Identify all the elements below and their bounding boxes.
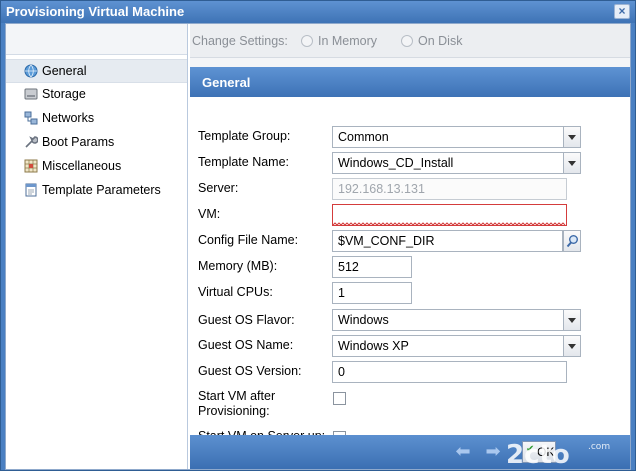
window-title: Provisioning Virtual Machine <box>6 4 185 19</box>
os-version-label: Guest OS Version: <box>198 364 302 378</box>
search-icon <box>566 235 578 248</box>
sidebar-item-template-parameters[interactable]: Template Parameters <box>6 179 187 203</box>
os-name-dropdown-button[interactable] <box>563 335 581 357</box>
sidebar-item-networks[interactable]: Networks <box>6 107 187 131</box>
config-file-value: $VM_CONF_DIR <box>338 234 435 248</box>
on-disk-label: On Disk <box>418 34 463 48</box>
memory-label: Memory (MB): <box>198 259 278 273</box>
title-bar[interactable]: Provisioning Virtual Machine × <box>1 1 635 23</box>
template-group-value: Common <box>338 130 389 144</box>
globe-icon <box>24 64 38 78</box>
invalid-underline-icon <box>333 222 566 226</box>
in-memory-radio[interactable] <box>301 35 313 47</box>
vm-input[interactable] <box>332 204 567 226</box>
dialog-body: General Storage Networks Boot Params Mis… <box>5 23 631 470</box>
previous-arrow-icon[interactable]: ⬅ <box>452 442 474 460</box>
sidebar-item-label: Template Parameters <box>42 183 161 197</box>
change-settings-bar: Change Settings: In Memory On Disk <box>190 24 630 58</box>
server-value: 192.168.13.131 <box>338 182 425 196</box>
template-name-label: Template Name: <box>198 155 290 169</box>
sidebar-item-label: Miscellaneous <box>42 159 122 173</box>
config-file-label: Config File Name: <box>198 233 299 247</box>
os-flavor-value: Windows <box>338 313 389 327</box>
vcpus-input[interactable]: 1 <box>332 282 412 304</box>
memory-input[interactable]: 512 <box>332 256 412 278</box>
template-name-value: Windows_CD_Install <box>338 156 454 170</box>
template-group-dropdown-button[interactable] <box>563 126 581 148</box>
start-after-label-line1: Start VM after <box>198 389 276 403</box>
sidebar-item-label: Boot Params <box>42 135 115 149</box>
sidebar-item-general[interactable]: General <box>6 59 187 83</box>
os-name-combo[interactable]: Windows XP <box>332 335 581 357</box>
network-icon <box>24 111 38 125</box>
sidebar-item-miscellaneous[interactable]: Miscellaneous <box>6 155 187 179</box>
close-button[interactable]: × <box>614 4 630 19</box>
start-after-provisioning-checkbox[interactable] <box>333 392 346 405</box>
os-flavor-combo[interactable]: Windows <box>332 309 581 331</box>
watermark-logo-icon: 2cto .com <box>506 440 610 469</box>
sidebar-item-label: Storage <box>42 87 86 101</box>
vcpus-value: 1 <box>338 286 345 300</box>
server-field: 192.168.13.131 <box>332 178 567 200</box>
chevron-down-icon <box>568 344 576 349</box>
chevron-down-icon <box>568 161 576 166</box>
template-icon <box>25 183 37 197</box>
os-name-value: Windows XP <box>338 339 409 353</box>
config-file-search-button[interactable] <box>563 230 581 252</box>
os-version-input[interactable]: 0 <box>332 361 567 383</box>
section-title: General <box>202 75 251 90</box>
template-name-dropdown-button[interactable] <box>563 152 581 174</box>
template-group-combo[interactable]: Common <box>332 126 581 148</box>
svg-text:.com: .com <box>588 442 610 452</box>
vm-label: VM: <box>198 207 221 221</box>
sidebar: General Storage Networks Boot Params Mis… <box>6 24 188 469</box>
disk-icon <box>24 88 38 100</box>
in-memory-label: In Memory <box>318 34 378 48</box>
sidebar-item-label: General <box>42 64 87 78</box>
config-file-input[interactable]: $VM_CONF_DIR <box>332 230 563 252</box>
sidebar-item-storage[interactable]: Storage <box>6 83 187 107</box>
sidebar-item-label: Networks <box>42 111 95 125</box>
template-group-label: Template Group: <box>198 129 291 143</box>
next-arrow-icon[interactable]: ➡ <box>482 442 504 460</box>
chevron-down-icon <box>568 135 576 140</box>
sidebar-header <box>6 24 187 55</box>
template-name-combo[interactable]: Windows_CD_Install <box>332 152 581 174</box>
wrench-icon <box>25 136 38 148</box>
chevron-down-icon <box>568 318 576 323</box>
start-after-label-line2: Provisioning: <box>198 404 270 418</box>
os-name-label: Guest OS Name: <box>198 338 294 352</box>
os-flavor-dropdown-button[interactable] <box>563 309 581 331</box>
section-header: General <box>190 67 630 97</box>
general-form: Template Group: Common Template Name: Wi… <box>190 97 630 444</box>
main-panel: Change Settings: In Memory On Disk Gener… <box>190 24 630 469</box>
os-version-value: 0 <box>338 365 345 379</box>
dialog-window: Provisioning Virtual Machine × General S… <box>0 0 636 471</box>
on-disk-radio[interactable] <box>401 35 413 47</box>
server-label: Server: <box>198 181 239 195</box>
vcpus-label: Virtual CPUs: <box>198 285 273 299</box>
sidebar-item-boot-params[interactable]: Boot Params <box>6 131 187 155</box>
os-flavor-label: Guest OS Flavor: <box>198 313 295 327</box>
svg-text:2cto: 2cto <box>506 440 570 469</box>
sidebar-nav: General Storage Networks Boot Params Mis… <box>6 59 187 203</box>
change-settings-label: Change Settings: <box>192 34 288 48</box>
close-icon: × <box>618 4 626 18</box>
grid-icon <box>24 159 38 173</box>
memory-value: 512 <box>338 260 359 274</box>
footer-bar: ⬅ ➡ ✔ OK 2cto .com <box>190 435 630 469</box>
